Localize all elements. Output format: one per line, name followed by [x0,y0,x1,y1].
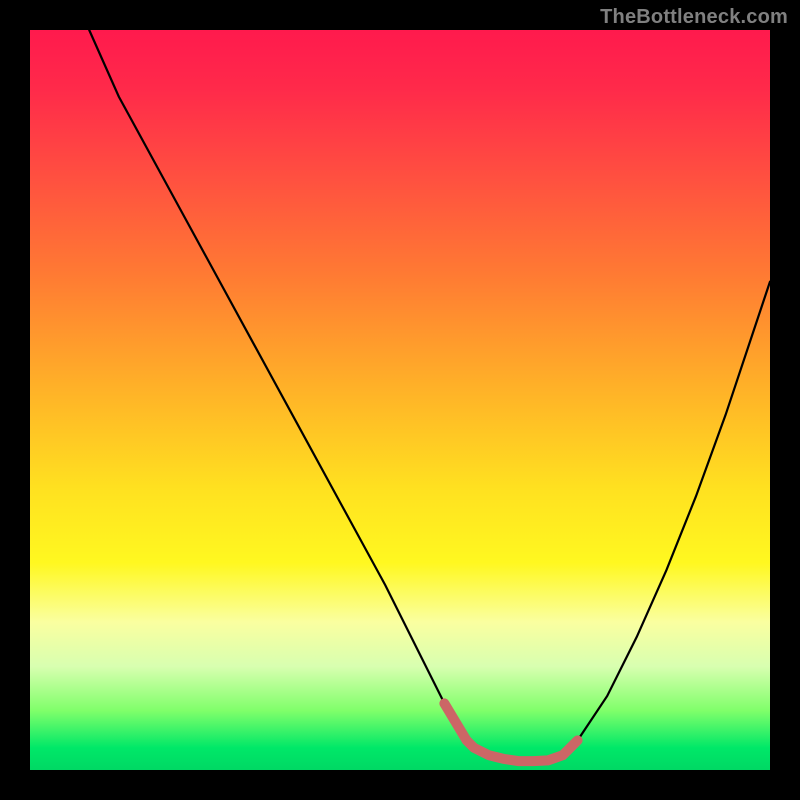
watermark-text: TheBottleneck.com [600,6,788,29]
curve-highlight [444,703,577,761]
chart-svg [30,30,770,770]
curve-main [89,30,770,761]
chart-frame: TheBottleneck.com [0,0,800,800]
